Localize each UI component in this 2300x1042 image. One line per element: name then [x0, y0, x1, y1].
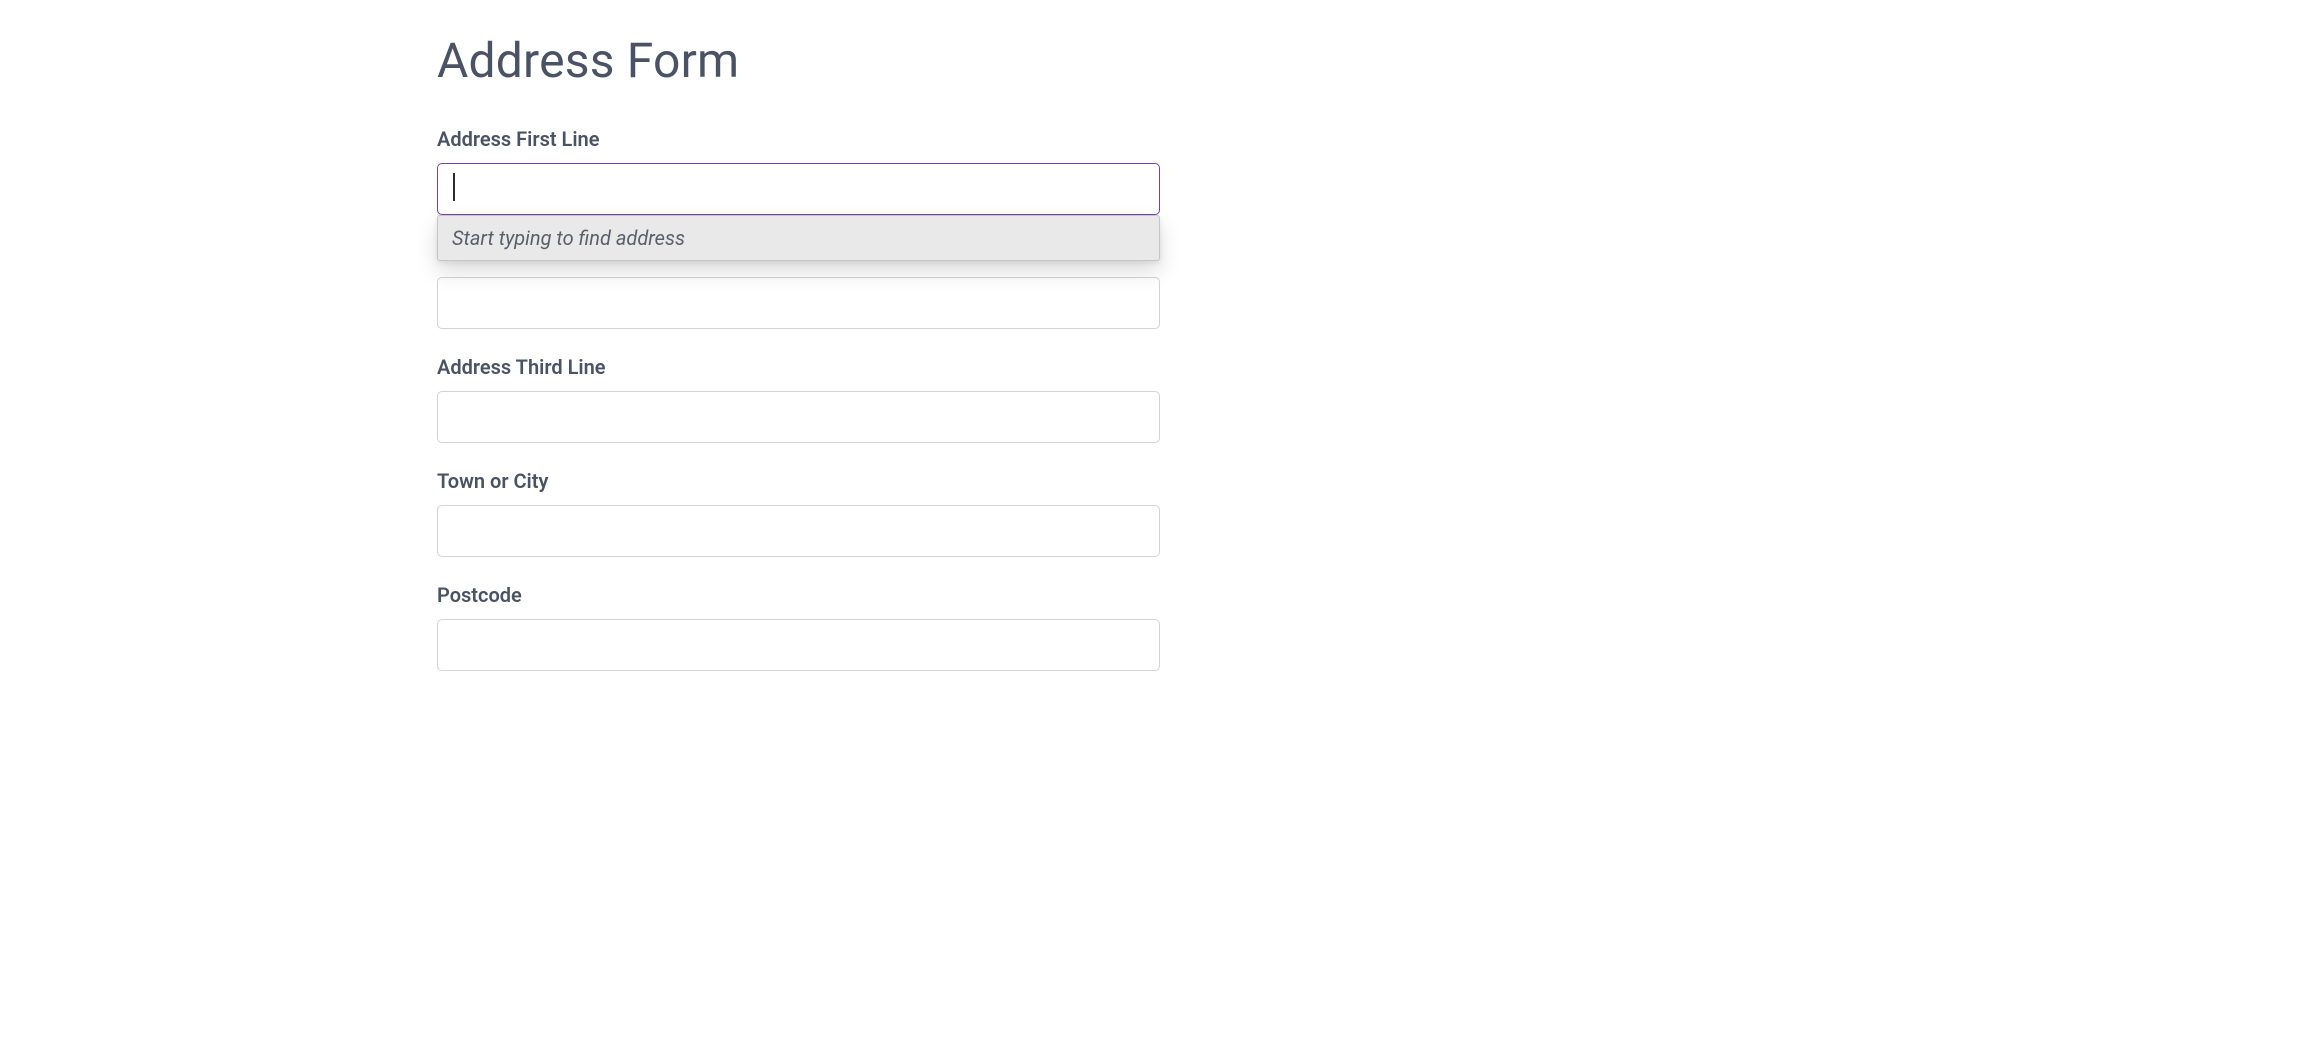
text-cursor	[453, 173, 455, 201]
form-group-town: Town or City	[437, 469, 1160, 557]
label-postcode: Postcode	[437, 583, 1160, 607]
autocomplete-hint-text: Start typing to find address	[452, 226, 685, 250]
label-address-line1: Address First Line	[437, 127, 1160, 151]
form-group-postcode: Postcode	[437, 583, 1160, 671]
page-title: Address Form	[437, 32, 1160, 89]
input-postcode[interactable]	[437, 619, 1160, 671]
label-address-line3: Address Third Line	[437, 355, 1160, 379]
form-group-line3: Address Third Line	[437, 355, 1160, 443]
address-form-container: Address Form Address First Line Start ty…	[437, 32, 1160, 671]
label-town: Town or City	[437, 469, 1160, 493]
input-address-line3[interactable]	[437, 391, 1160, 443]
input-address-line1[interactable]	[437, 163, 1160, 215]
input-address-line2[interactable]	[437, 277, 1160, 329]
form-group-line1: Address First Line Start typing to find …	[437, 127, 1160, 215]
autocomplete-dropdown[interactable]: Start typing to find address	[437, 215, 1160, 261]
input-town[interactable]	[437, 505, 1160, 557]
